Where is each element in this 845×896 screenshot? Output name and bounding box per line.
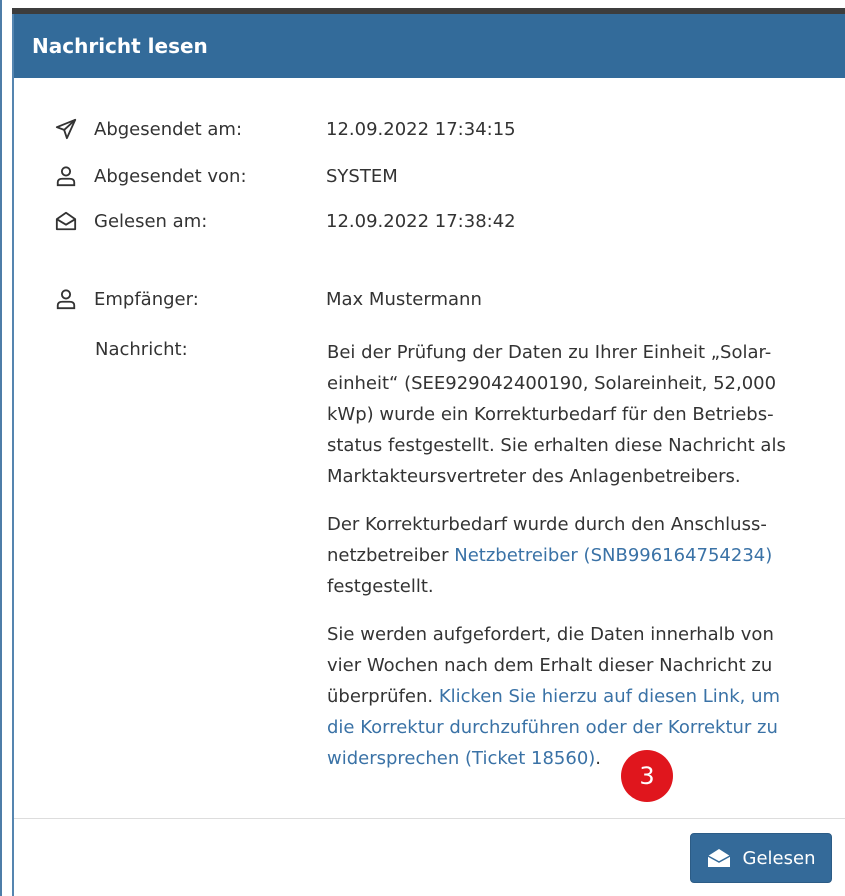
sent-by-row: Abgesendet von: SYSTEM	[54, 164, 398, 188]
sent-at-value: 12.09.2022 17:34:15	[326, 118, 516, 140]
envelope-open-icon	[707, 847, 731, 869]
step-badge: 3	[621, 750, 673, 802]
dialog-title: Nachricht lesen	[32, 34, 208, 58]
dialog-left-border	[12, 14, 14, 896]
sent-at-row: Abgesendet am: 12.09.2022 17:34:15	[54, 117, 516, 141]
sent-at-label: Abgesendet am:	[94, 118, 243, 140]
envelope-open-icon	[54, 209, 78, 233]
message-paragraph-3: Sie werden aufgefordert, die Daten inner…	[327, 619, 802, 774]
user-icon	[54, 287, 78, 311]
recipient-label: Empfänger:	[94, 288, 199, 310]
message-p3-end: .	[595, 748, 602, 769]
recipient-row: Empfänger: Max Mustermann	[54, 287, 482, 311]
user-icon	[54, 164, 78, 188]
sent-by-label: Abgesendet von:	[94, 165, 247, 187]
message-paragraph-1: Bei der Prüfung der Daten zu Ihrer Einhe…	[327, 342, 786, 487]
mark-read-label: Gelesen	[742, 847, 816, 869]
footer-divider	[14, 818, 845, 819]
message-body: Bei der Prüfung der Daten zu Ihrer Einhe…	[327, 337, 802, 791]
message-p2-end: festgestellt.	[327, 576, 434, 597]
mark-read-button[interactable]: Gelesen	[690, 833, 832, 883]
dialog-header: Nachricht lesen	[12, 14, 845, 78]
paper-plane-icon	[54, 117, 78, 141]
top-strip	[2, 0, 845, 14]
message-label: Nachricht:	[95, 339, 188, 360]
read-at-row: Gelesen am: 12.09.2022 17:38:42	[54, 209, 516, 233]
read-at-value: 12.09.2022 17:38:42	[326, 210, 516, 232]
recipient-value: Max Mustermann	[326, 288, 482, 310]
message-dialog: Nachricht lesen Abgesendet am: 12.09.202…	[0, 0, 845, 896]
sent-by-value: SYSTEM	[326, 165, 398, 187]
message-paragraph-2: Der Korrekturbedarf wurde durch den Ansc…	[327, 509, 802, 602]
read-at-label: Gelesen am:	[94, 210, 208, 232]
grid-operator-link[interactable]: Netzbetreiber (SNB996164754234)	[454, 545, 772, 566]
